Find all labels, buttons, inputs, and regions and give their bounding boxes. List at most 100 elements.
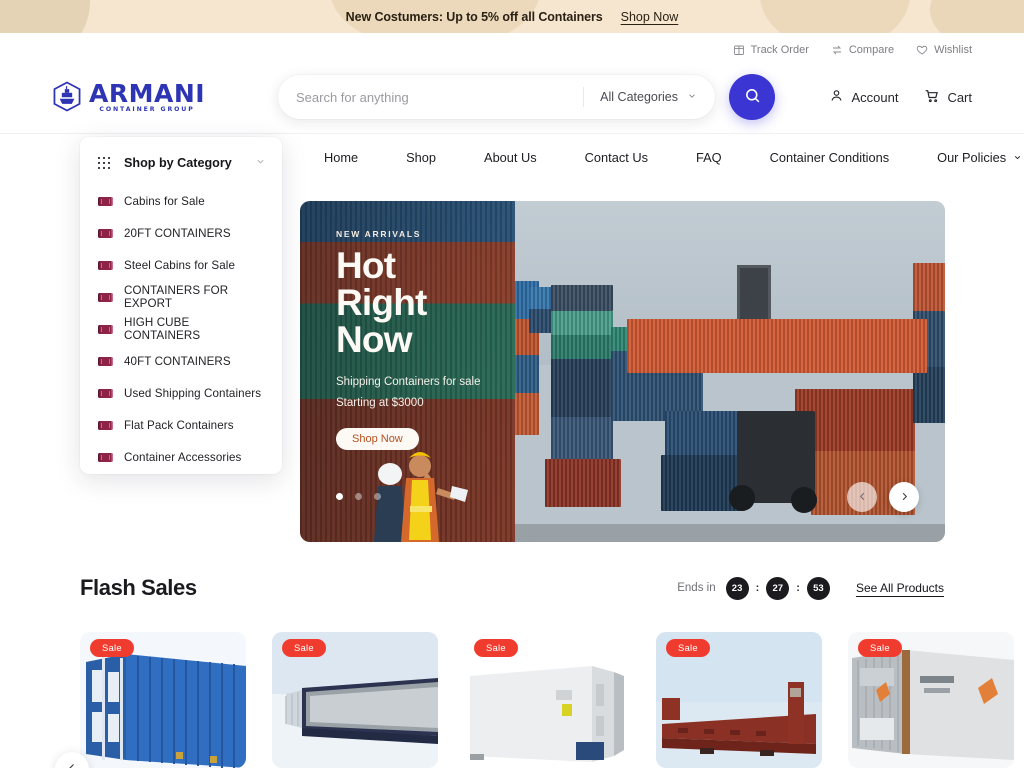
hero-title: Hot Right Now	[336, 247, 515, 358]
utility-bar: Track Order Compare Wishlist	[0, 33, 1024, 61]
hero-container-block	[515, 393, 539, 435]
hero-container-block	[551, 359, 613, 419]
nav-item-home[interactable]: Home	[300, 150, 382, 165]
category-item-steel-cabins-for-sale[interactable]: Steel Cabins for Sale	[80, 249, 282, 281]
countdown-separator: :	[796, 582, 800, 594]
logo-text-block: ARMANI CONTAINER GROUP	[89, 81, 205, 113]
logo-title: ARMANI	[89, 78, 206, 108]
header-main-row: ARMANI CONTAINER GROUP All Categories	[0, 61, 1024, 133]
nav-item-about-us[interactable]: About Us	[460, 150, 561, 165]
hero-text-panel: NEW ARRIVALS Hot Right Now Shipping Cont…	[300, 201, 515, 542]
hero-container-block	[665, 411, 741, 457]
cart-label: Cart	[947, 89, 972, 105]
hero-stacker-wheel	[791, 487, 817, 513]
category-list: Cabins for Sale 20FT CONTAINERS Steel Ca…	[80, 183, 282, 473]
category-label: Steel Cabins for Sale	[124, 258, 236, 272]
nav-label: Contact Us	[584, 150, 648, 165]
nav-item-container-conditions[interactable]: Container Conditions	[746, 150, 914, 165]
category-item-20ft-containers[interactable]: 20FT CONTAINERS	[80, 217, 282, 249]
promo-shop-now-link[interactable]: Shop Now	[621, 10, 679, 24]
nav-list: Home Shop About Us Contact Us FAQ Contai…	[300, 150, 1024, 165]
cart-button[interactable]: Cart	[924, 88, 972, 107]
product-card[interactable]: Sale	[848, 632, 1014, 768]
product-card[interactable]: Sale	[464, 632, 630, 768]
flash-sales-title: Flash Sales	[80, 575, 197, 600]
countdown-label: Ends in	[677, 582, 716, 594]
hero-featured-container	[627, 319, 927, 373]
hero-prev-button[interactable]	[847, 482, 877, 512]
countdown-minutes: 27	[766, 576, 790, 600]
category-item-cabins-for-sale[interactable]: Cabins for Sale	[80, 185, 282, 217]
chevron-down-icon	[687, 90, 697, 104]
category-item-containers-for-export[interactable]: CONTAINERS FOR EXPORT	[80, 281, 282, 313]
nav-item-our-policies[interactable]: Our Policies	[913, 150, 1024, 165]
compare-link[interactable]: Compare	[831, 44, 894, 56]
site-logo[interactable]: ARMANI CONTAINER GROUP	[52, 81, 278, 113]
category-label: Used Shipping Containers	[124, 386, 262, 400]
flash-sales-product-carousel: Sale Sale Sale Sale Sale	[0, 632, 1024, 768]
hero-container-block	[913, 263, 945, 311]
hero-dot-1[interactable]	[336, 493, 343, 500]
search-submit-button[interactable]	[729, 74, 775, 120]
compare-icon	[831, 44, 843, 56]
promo-banner: New Costumers: Up to 5% off all Containe…	[0, 0, 1024, 33]
nav-label: Home	[324, 150, 359, 165]
heart-icon	[916, 44, 928, 56]
promo-decor-blob-1	[0, 0, 90, 33]
category-label: 40FT CONTAINERS	[124, 354, 231, 368]
hero-next-button[interactable]	[889, 482, 919, 512]
package-icon	[733, 44, 745, 56]
hero-dot-2[interactable]	[355, 493, 362, 500]
container-icon	[98, 292, 113, 302]
product-card[interactable]: Sale	[272, 632, 438, 768]
track-order-label: Track Order	[750, 44, 809, 56]
chevron-left-icon	[857, 490, 868, 505]
category-item-container-accessories[interactable]: Container Accessories	[80, 441, 282, 473]
product-image: Sale	[272, 632, 438, 768]
hero-shop-now-button[interactable]: Shop Now	[336, 428, 419, 450]
category-item-high-cube-containers[interactable]: HIGH CUBE CONTAINERS	[80, 313, 282, 345]
product-image: Sale	[80, 632, 246, 768]
product-card[interactable]: Sale	[656, 632, 822, 768]
nav-item-contact-us[interactable]: Contact Us	[561, 150, 672, 165]
category-label: 20FT CONTAINERS	[124, 226, 231, 240]
container-icon	[98, 324, 113, 334]
flash-sales-header: Flash Sales Ends in 23 : 27 : 53 See All…	[0, 575, 1024, 601]
see-all-products-link[interactable]: See All Products	[856, 581, 944, 595]
hero-image	[515, 201, 945, 542]
shop-by-category-toggle[interactable]: Shop by Category	[80, 143, 282, 183]
nav-item-faq[interactable]: FAQ	[672, 150, 746, 165]
user-icon	[829, 88, 844, 106]
nav-label: Container Conditions	[769, 150, 890, 165]
hero-container-block	[551, 335, 613, 361]
container-icon	[98, 228, 113, 238]
sale-badge: Sale	[474, 639, 518, 657]
nav-label: About Us	[484, 150, 537, 165]
container-icon	[98, 196, 113, 206]
account-label: Account	[851, 89, 899, 105]
category-select[interactable]: All Categories	[584, 75, 715, 119]
category-select-label: All Categories	[600, 90, 678, 104]
hero-container-block	[551, 311, 613, 337]
hero-crane-mast	[737, 265, 771, 327]
product-card[interactable]: Sale	[80, 632, 246, 768]
grid-menu-icon	[98, 157, 110, 169]
track-order-link[interactable]: Track Order	[733, 44, 809, 56]
product-image: Sale	[656, 632, 822, 768]
nav-label: Our Policies	[937, 150, 1007, 165]
countdown-separator: :	[755, 582, 760, 594]
category-item-40ft-containers[interactable]: 40FT CONTAINERS	[80, 345, 282, 377]
wishlist-label: Wishlist	[934, 44, 972, 56]
logo-tagline: CONTAINER GROUP	[99, 105, 195, 113]
hero-container-block	[913, 367, 945, 423]
hero-eyebrow: NEW ARRIVALS	[336, 229, 422, 239]
cart-icon	[924, 88, 940, 107]
category-item-flat-pack-containers[interactable]: Flat Pack Containers	[80, 409, 282, 441]
search-input[interactable]	[296, 75, 584, 119]
category-item-used-shipping-containers[interactable]: Used Shipping Containers	[80, 377, 282, 409]
account-button[interactable]: Account	[829, 88, 898, 106]
nav-item-shop[interactable]: Shop	[382, 150, 460, 165]
wishlist-link[interactable]: Wishlist	[916, 44, 972, 56]
hero-dot-3[interactable]	[374, 493, 381, 500]
container-icon	[98, 356, 113, 366]
